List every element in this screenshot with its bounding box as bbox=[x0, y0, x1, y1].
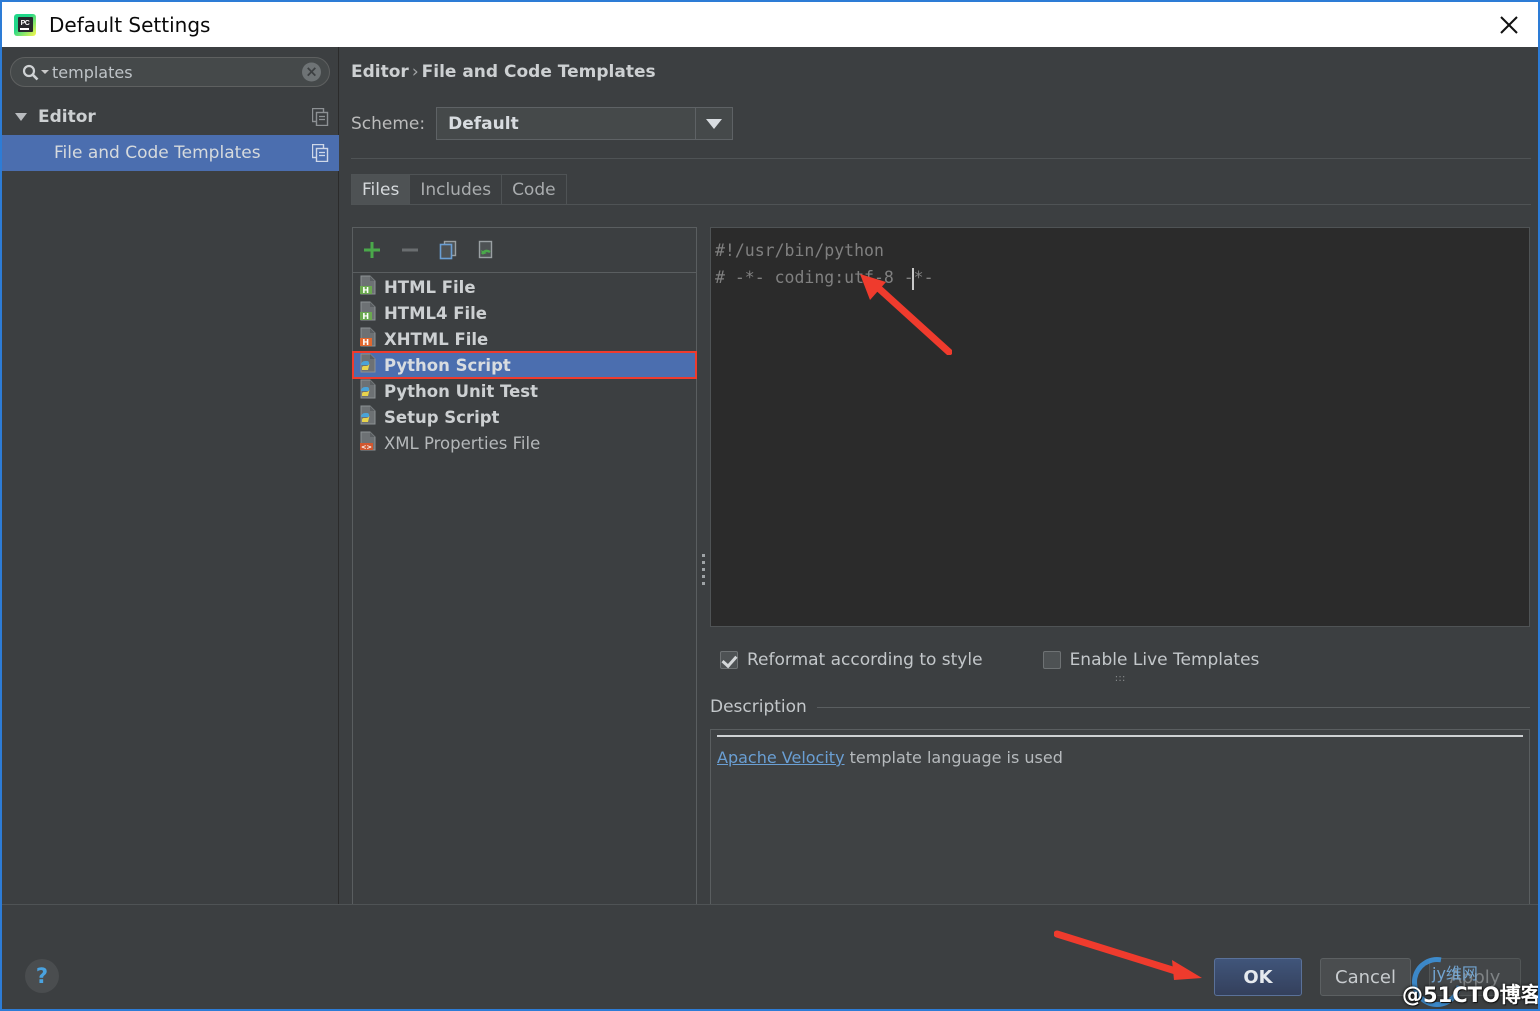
editor-line-1: #!/usr/bin/python bbox=[715, 241, 884, 260]
svg-text:H: H bbox=[362, 337, 369, 346]
help-label: ? bbox=[36, 966, 48, 987]
xhtml-file-icon: H bbox=[359, 327, 377, 352]
pycharm-logo-text: PC bbox=[18, 17, 33, 32]
tab-code[interactable]: Code bbox=[502, 174, 567, 204]
template-list: H HTML File H HTML4 File bbox=[353, 274, 696, 456]
list-item[interactable]: H HTML File bbox=[353, 274, 696, 300]
checkbox-label: Reformat according to style bbox=[747, 650, 983, 670]
search-input[interactable]: templates bbox=[10, 57, 330, 87]
sidebar-item-file-and-code-templates[interactable]: File and Code Templates bbox=[2, 135, 339, 171]
scheme-selected-value: Default bbox=[448, 114, 519, 134]
svg-text:H: H bbox=[362, 311, 369, 320]
tab-files[interactable]: Files bbox=[351, 174, 410, 204]
xml-file-icon: <> bbox=[359, 431, 377, 456]
help-icon[interactable]: ? bbox=[25, 959, 59, 993]
list-item-label: Python Script bbox=[384, 356, 511, 375]
list-item-label: Setup Script bbox=[384, 408, 499, 427]
editor-options-row: Reformat according to style Enable Live … bbox=[710, 640, 1530, 680]
plus-icon[interactable] bbox=[353, 231, 391, 269]
search-row: templates bbox=[10, 57, 330, 87]
clear-icon[interactable] bbox=[302, 63, 321, 82]
template-code-editor[interactable]: #!/usr/bin/python # -*- coding:utf-8 -*- bbox=[710, 227, 1530, 627]
list-item-label: Python Unit Test bbox=[384, 382, 538, 401]
list-item-label: HTML4 File bbox=[384, 304, 487, 323]
list-item-label: XHTML File bbox=[384, 330, 488, 349]
python-file-icon bbox=[359, 353, 377, 378]
list-item[interactable]: Python Unit Test bbox=[353, 378, 696, 404]
scheme-select[interactable]: Default bbox=[436, 107, 733, 140]
chevron-down-icon[interactable] bbox=[15, 113, 27, 121]
list-item[interactable]: Setup Script bbox=[353, 404, 696, 430]
checkbox-box[interactable] bbox=[1043, 651, 1061, 669]
template-tabs: Files Includes Code bbox=[351, 174, 567, 204]
pycharm-logo-icon: PC bbox=[14, 14, 36, 36]
breadcrumb: Editor›File and Code Templates bbox=[351, 62, 656, 82]
apache-velocity-link[interactable]: Apache Velocity bbox=[717, 748, 845, 767]
window-titlebar: PC Default Settings bbox=[2, 2, 1538, 47]
search-icon bbox=[22, 64, 49, 81]
breadcrumb-separator: › bbox=[412, 62, 419, 82]
pycharm-logo-bar bbox=[20, 28, 29, 30]
description-text: Apache Velocity template language is use… bbox=[717, 748, 1063, 767]
search-dropdown-icon[interactable] bbox=[41, 70, 49, 74]
list-item[interactable]: Python Script bbox=[353, 352, 696, 378]
legend-line bbox=[817, 707, 1530, 708]
html-file-icon: H bbox=[359, 275, 377, 300]
editor-line-2: # -*- coding:utf-8 -*- bbox=[715, 268, 934, 287]
description-label: Description bbox=[710, 697, 807, 717]
dialog-footer: ? OK Cancel Apply bbox=[2, 904, 1538, 1009]
list-item[interactable]: H HTML4 File bbox=[353, 300, 696, 326]
reset-icon[interactable] bbox=[467, 231, 505, 269]
divider bbox=[351, 158, 1531, 159]
panel-splitter[interactable] bbox=[698, 227, 710, 917]
resize-grip-icon[interactable]: ∶∶∶ bbox=[1115, 674, 1126, 685]
python-file-icon bbox=[359, 379, 377, 404]
window-title: Default Settings bbox=[49, 13, 210, 37]
copy-icon[interactable] bbox=[429, 231, 467, 269]
ok-button[interactable]: OK bbox=[1214, 958, 1302, 996]
template-list-panel: H HTML File H HTML4 File bbox=[352, 227, 697, 917]
python-file-icon bbox=[359, 405, 377, 430]
scheme-label: Scheme: bbox=[351, 114, 425, 134]
tabs-underline bbox=[351, 204, 1531, 205]
description-topline bbox=[717, 735, 1523, 737]
tab-includes[interactable]: Includes bbox=[410, 174, 502, 204]
breadcrumb-root: Editor bbox=[351, 62, 409, 82]
copy-settings-icon[interactable] bbox=[312, 108, 329, 131]
settings-dialog: PC Default Settings templates bbox=[0, 0, 1540, 1011]
svg-text:<>: <> bbox=[361, 443, 372, 451]
svg-text:H: H bbox=[362, 285, 369, 294]
list-item-label: HTML File bbox=[384, 278, 476, 297]
cancel-button[interactable]: Cancel bbox=[1320, 958, 1411, 996]
settings-sidebar: templates Editor File and Code Templates bbox=[2, 47, 339, 904]
template-list-toolbar bbox=[353, 228, 696, 273]
copy-settings-icon[interactable] bbox=[312, 144, 329, 167]
description-rest: template language is used bbox=[845, 748, 1063, 767]
sidebar-item-label: File and Code Templates bbox=[54, 143, 261, 163]
minus-icon[interactable] bbox=[391, 231, 429, 269]
description-legend: Description bbox=[710, 697, 1530, 717]
breadcrumb-leaf: File and Code Templates bbox=[422, 62, 656, 82]
editor-content: #!/usr/bin/python # -*- coding:utf-8 -*- bbox=[715, 237, 1529, 291]
settings-main-pane: Editor›File and Code Templates Scheme: D… bbox=[340, 47, 1538, 904]
list-item-label: XML Properties File bbox=[384, 434, 540, 453]
chevron-down-icon[interactable] bbox=[695, 108, 732, 139]
description-box: Apache Velocity template language is use… bbox=[710, 729, 1530, 917]
close-icon[interactable] bbox=[1480, 2, 1538, 47]
text-caret bbox=[912, 268, 914, 290]
sidebar-item-editor[interactable]: Editor bbox=[2, 99, 339, 135]
checkbox-box[interactable] bbox=[720, 651, 738, 669]
list-item[interactable]: H XHTML File bbox=[353, 326, 696, 352]
search-input-value: templates bbox=[52, 63, 133, 82]
scheme-row: Scheme: Default bbox=[351, 107, 733, 140]
enable-live-templates-checkbox[interactable]: Enable Live Templates bbox=[1043, 650, 1260, 670]
apply-button[interactable]: Apply bbox=[1429, 958, 1521, 996]
reformat-according-to-style-checkbox[interactable]: Reformat according to style bbox=[720, 650, 983, 670]
checkbox-label: Enable Live Templates bbox=[1070, 650, 1260, 670]
sidebar-item-label: Editor bbox=[38, 107, 96, 127]
html-file-icon: H bbox=[359, 301, 377, 326]
list-item[interactable]: <> XML Properties File bbox=[353, 430, 696, 456]
